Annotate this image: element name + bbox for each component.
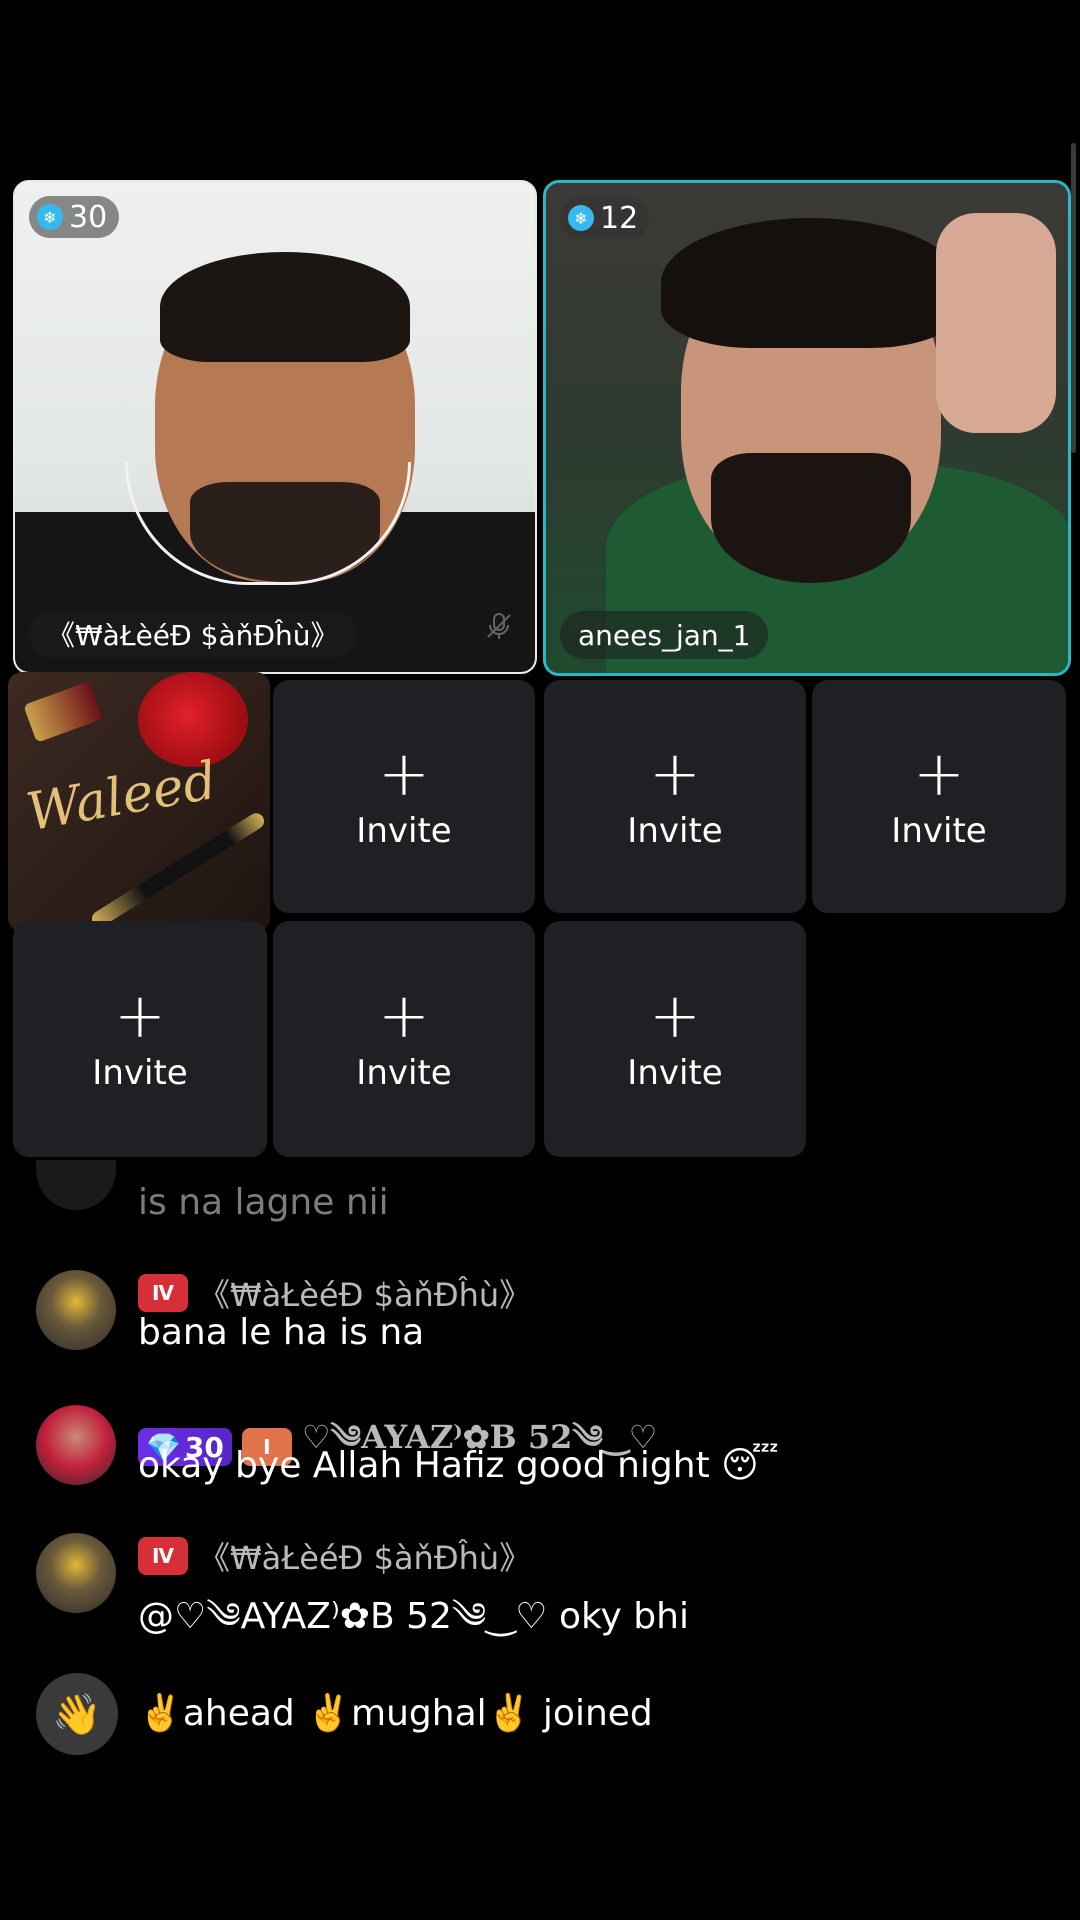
plus-icon: + <box>649 736 701 810</box>
invite-label: Invite <box>627 1053 723 1093</box>
host-gift-count: ❄ 30 <box>29 196 120 238</box>
chat-message-text: okay bye Allah Hafiz good night 😴 <box>138 1445 779 1486</box>
invite-slot[interactable]: + Invite <box>812 680 1066 913</box>
plus-icon: + <box>114 979 166 1052</box>
avatar[interactable] <box>36 1405 116 1485</box>
wave-hand-icon: 👋 <box>36 1673 118 1755</box>
host-gift-count-value: 30 <box>69 199 108 235</box>
chat-message-text: is na lagne nii <box>138 1182 389 1223</box>
invite-label: Invite <box>891 810 987 851</box>
diamond-icon: ❄ <box>568 205 594 231</box>
chat-username: 《₩àŁèéĐ $àňĐĥù》 <box>198 1276 532 1314</box>
avatar[interactable] <box>36 1270 116 1350</box>
chat-username: 《₩àŁèéĐ $àňĐĥù》 <box>198 1539 532 1577</box>
level-badge-icon: Ⅳ <box>138 1274 188 1312</box>
plus-icon: + <box>649 979 701 1052</box>
scrollbar[interactable] <box>1071 143 1076 453</box>
guest-name-label[interactable]: anees_jan_1 <box>560 611 769 659</box>
rose-image <box>138 672 248 767</box>
chat-message-text: bana le ha is na <box>138 1312 425 1353</box>
host-video-feed <box>15 182 535 672</box>
chat-username-row[interactable]: Ⅳ 《₩àŁèéĐ $àňĐĥù》 <box>138 1270 531 1316</box>
level-badge-icon: Ⅳ <box>138 1537 188 1575</box>
guest-gift-count-value: 12 <box>600 200 639 236</box>
plus-icon: + <box>378 736 430 810</box>
guest-video-feed <box>546 183 1068 673</box>
join-notice-text: ✌️ahead ✌️mughal✌️ joined <box>138 1693 653 1734</box>
avatar[interactable] <box>36 1160 116 1210</box>
invite-slot[interactable]: + Invite <box>273 680 535 913</box>
waleed-avatar-tile[interactable]: Waleed <box>8 672 270 932</box>
invite-slot[interactable]: + Invite <box>13 921 267 1157</box>
invite-slot[interactable]: + Invite <box>544 921 806 1157</box>
guest-gift-count: ❄ 12 <box>560 197 651 239</box>
plus-icon: + <box>913 736 965 810</box>
lipstick-image <box>23 681 103 743</box>
invite-label: Invite <box>356 1053 452 1093</box>
guest-video-tile[interactable]: ❄ 12 anees_jan_1 <box>543 180 1071 676</box>
chat-message-text: @♡༄AYAZ⁾✿B 52༄‿♡ oky bhi <box>138 1596 689 1637</box>
mic-muted-icon <box>487 613 511 639</box>
invite-slot[interactable]: + Invite <box>273 921 535 1157</box>
invite-label: Invite <box>627 810 723 851</box>
invite-label: Invite <box>356 810 452 851</box>
invite-label: Invite <box>92 1053 188 1093</box>
waleed-script-text: Waleed <box>22 750 222 844</box>
invite-slot[interactable]: + Invite <box>544 680 806 913</box>
chat-username-row[interactable]: Ⅳ 《₩àŁèéĐ $àňĐĥù》 <box>138 1533 531 1579</box>
host-name-label[interactable]: 《₩àŁèéĐ $àňĐĥù》 <box>29 610 357 658</box>
plus-icon: + <box>378 979 430 1052</box>
diamond-icon: ❄ <box>37 204 63 230</box>
avatar[interactable] <box>36 1533 116 1613</box>
host-video-tile[interactable]: ❄ 30 《₩àŁèéĐ $àňĐĥù》 <box>13 180 537 674</box>
chat-feed[interactable]: is na lagne nii Ⅳ 《₩àŁèéĐ $àňĐĥù》 bana l… <box>0 1160 1080 1770</box>
